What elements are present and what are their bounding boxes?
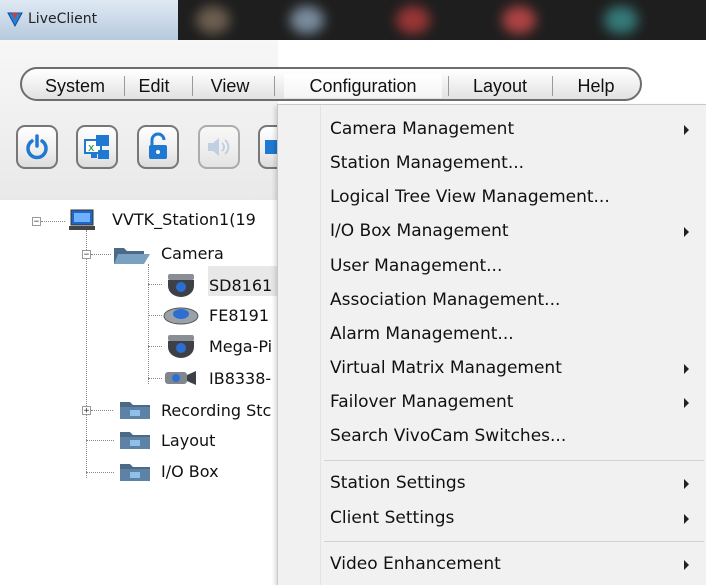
menu-separator [552,76,553,96]
remote-desktop-button[interactable]: x [76,125,118,169]
menu-layout[interactable]: Layout [458,74,542,98]
submenu-arrow-icon [684,364,689,374]
taskbar-thumbnail [396,6,430,34]
speaker-button[interactable] [198,125,240,169]
svg-text:x: x [88,141,95,154]
window-title: LiveClient [28,11,98,27]
power-button[interactable] [16,125,58,169]
tree-connector [91,410,113,411]
open-folder-icon [114,248,150,264]
menu-icon-gutter [278,105,321,585]
menu-view[interactable]: View [202,74,258,98]
taskbar-thumbnail [196,6,230,34]
submenu-arrow-icon [684,227,689,237]
tree-panel: − VVTK_Station1(19 − Camera SD8161 FE819… [0,200,278,552]
menu-separator [448,76,449,96]
tree-connector [86,472,114,473]
speaker-icon [208,138,230,156]
power-icon [26,134,48,160]
toolbar-background [0,40,278,200]
unlock-icon [149,132,167,159]
app-logo-icon [7,12,23,28]
expand-toggle[interactable]: + [82,406,91,416]
menu-separator [192,76,193,96]
menu-item-station-management[interactable]: Station Management... [330,153,524,173]
tree-connector [148,378,162,379]
menu-separator [324,460,704,461]
folder-icon [120,432,150,449]
tree-connector [148,315,162,316]
tree-node-layout[interactable]: Layout [161,431,215,450]
title-bar: LiveClient [0,0,706,40]
menu-system[interactable]: System [36,74,114,98]
tree-node-camera-item[interactable]: IB8338- [209,369,271,388]
taskbar-thumbnail [290,6,324,34]
tree-node-io-box[interactable]: I/O Box [161,462,219,481]
menu-separator [324,541,704,542]
menu-item-alarm-management[interactable]: Alarm Management... [330,324,514,344]
tree-node-camera-item[interactable]: SD8161 [209,276,272,295]
submenu-arrow-icon [684,398,689,408]
collapse-toggle[interactable]: − [32,217,41,227]
station-computer-icon [69,209,95,230]
tree-connector [91,254,111,255]
submenu-arrow-icon [684,125,689,135]
configuration-dropdown-menu: Camera Management Station Management... … [277,104,706,585]
submenu-arrow-icon [684,514,689,524]
folder-icon [120,464,150,481]
menu-item-station-settings[interactable]: Station Settings [330,473,466,493]
tree-connector [41,221,65,222]
menu-item-search-vivocam-switches[interactable]: Search VivoCam Switches... [330,426,566,446]
bullet-camera-icon [165,371,196,385]
menu-item-io-box-management[interactable]: I/O Box Management [330,221,509,241]
menu-bar: System Edit View Configuration Layout He… [20,67,642,101]
taskbar-thumbnail [604,6,638,34]
tree-node-camera-item[interactable]: FE8191 [209,306,269,325]
window-title-tab[interactable]: LiveClient [0,0,178,40]
tree-connector [86,440,114,441]
menu-item-logical-tree-view-management[interactable]: Logical Tree View Management... [330,187,610,207]
menu-help[interactable]: Help [560,74,632,98]
menu-item-video-enhancement[interactable]: Video Enhancement [330,554,501,574]
tree-connector [148,346,162,347]
taskbar-thumbnail [502,6,536,34]
fisheye-camera-icon [163,307,199,325]
submenu-arrow-icon [684,560,689,570]
tree-connector [148,264,149,384]
speed-dome-camera-icon [168,274,194,297]
tree-node-camera-item[interactable]: Mega-Pi [209,337,272,356]
menu-edit[interactable]: Edit [132,74,176,98]
menu-item-client-settings[interactable]: Client Settings [330,508,454,528]
tree-connector [148,284,162,285]
menu-configuration[interactable]: Configuration [284,74,442,98]
unlock-button[interactable] [137,125,179,169]
remote-desktop-icon: x [84,135,109,159]
menu-item-camera-management[interactable]: Camera Management [330,119,514,139]
tree-node-camera[interactable]: Camera [161,244,224,263]
collapse-toggle[interactable]: − [82,250,91,260]
menu-separator [274,76,275,96]
menu-item-association-management[interactable]: Association Management... [330,290,560,310]
folder-icon [120,402,150,419]
menu-separator [124,76,125,96]
menu-item-user-management[interactable]: User Management... [330,256,502,276]
menu-item-virtual-matrix-management[interactable]: Virtual Matrix Management [330,358,562,378]
submenu-arrow-icon [684,479,689,489]
menu-item-failover-management[interactable]: Failover Management [330,392,513,412]
tree-node-recording[interactable]: Recording Stc [161,401,271,420]
dome-camera-icon [168,335,194,358]
tree-node-station[interactable]: VVTK_Station1(19 [112,210,256,229]
